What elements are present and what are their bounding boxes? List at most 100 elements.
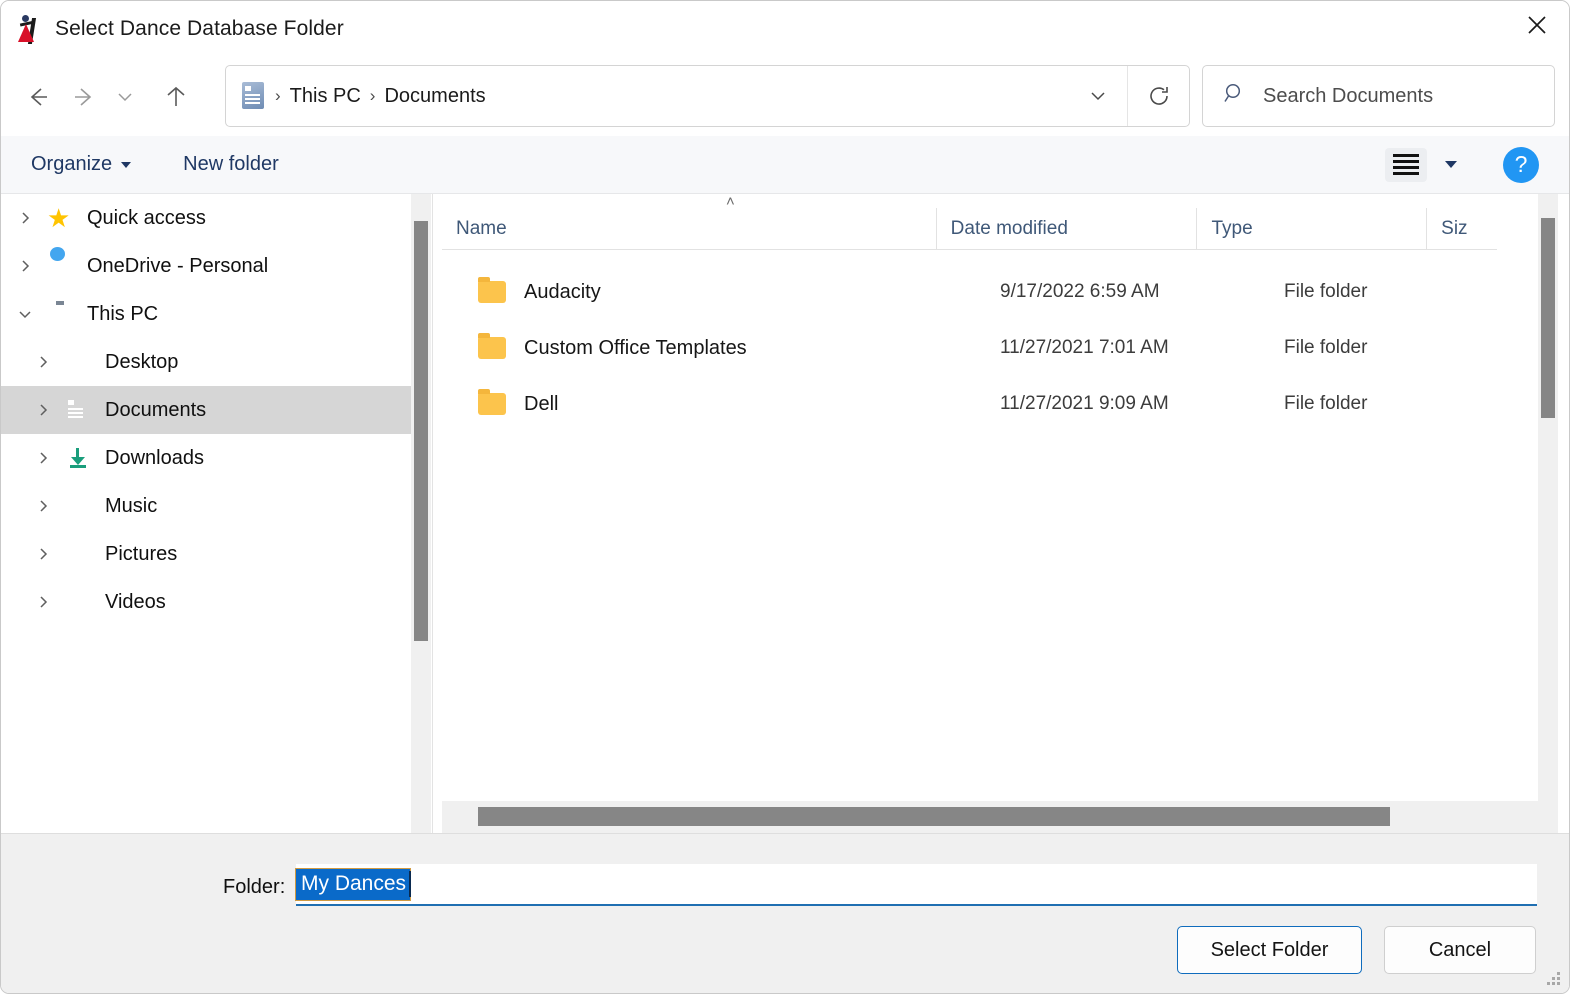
dialog-footer: Folder: My Dances Select Folder Cancel xyxy=(1,833,1569,993)
monitor-icon xyxy=(47,301,73,327)
sidebar-scrollbar-thumb[interactable] xyxy=(414,221,428,641)
help-button[interactable]: ? xyxy=(1503,146,1539,183)
chevron-down-icon[interactable] xyxy=(107,74,143,120)
folder-field-label: Folder: xyxy=(223,876,286,898)
sidebar-item-desktop[interactable]: Desktop xyxy=(1,338,411,386)
sidebar-item-label: Pictures xyxy=(105,542,178,565)
resize-grip[interactable] xyxy=(1546,971,1562,987)
breadcrumb-separator-2: › xyxy=(369,86,376,105)
breadcrumb-documents[interactable]: Documents xyxy=(384,85,485,108)
chevron-down-icon[interactable] xyxy=(15,304,35,324)
chevron-down-icon xyxy=(121,161,132,168)
pictures-icon xyxy=(65,541,91,567)
cloud-icon xyxy=(47,253,73,279)
file-name: Audacity xyxy=(524,280,601,303)
music-icon xyxy=(65,493,91,519)
file-list-vertical-scrollbar[interactable] xyxy=(1538,194,1558,833)
pane-splitter[interactable] xyxy=(432,194,442,833)
sidebar-item-quick-access[interactable]: ★ Quick access xyxy=(1,194,411,242)
sidebar-item-label: Documents xyxy=(105,398,207,421)
file-name: Custom Office Templates xyxy=(524,336,747,359)
new-folder-label: New folder xyxy=(183,153,279,175)
breadcrumb-this-pc[interactable]: This PC xyxy=(290,85,361,108)
chevron-down-icon[interactable] xyxy=(1069,66,1127,126)
window-title: Select Dance Database Folder xyxy=(55,17,344,40)
text-cursor xyxy=(409,871,412,897)
documents-folder-icon xyxy=(242,82,266,110)
horizontal-scrollbar-thumb[interactable] xyxy=(478,807,1390,826)
cancel-button[interactable]: Cancel xyxy=(1384,926,1536,974)
folder-name-value[interactable]: My Dances xyxy=(294,867,412,901)
sidebar-item-this-pc[interactable]: This PC xyxy=(1,290,411,338)
chevron-down-icon[interactable] xyxy=(1445,161,1457,168)
navigation-tree: ★ Quick access OneDrive - Personal This PC D… xyxy=(1,194,411,833)
arrow-left-icon[interactable] xyxy=(15,74,61,120)
chevron-right-icon[interactable] xyxy=(15,208,35,228)
sidebar-item-label: This PC xyxy=(87,302,159,325)
file-date-modified: 11/27/2021 9:09 AM xyxy=(1000,393,1169,414)
search-box[interactable] xyxy=(1202,65,1555,127)
search-input[interactable] xyxy=(1263,84,1523,108)
table-row[interactable]: Audacity 9/17/2022 6:59 AM File folder xyxy=(442,264,1538,320)
table-row[interactable]: Custom Office Templates 11/27/2021 7:01 A… xyxy=(442,320,1538,376)
list-view-icon[interactable] xyxy=(1385,147,1427,182)
table-row[interactable]: Dell 11/27/2021 9:09 AM File folder xyxy=(442,376,1538,432)
file-list-horizontal-scrollbar[interactable] xyxy=(442,801,1538,833)
file-list: ˄ Name Date modified Type Siz Audacity 9/… xyxy=(442,194,1538,800)
chevron-right-icon[interactable] xyxy=(33,400,53,420)
address-bar[interactable]: › This PC › Documents xyxy=(225,65,1190,127)
column-headers: Name Date modified Type Siz xyxy=(442,207,1538,250)
folder-icon xyxy=(478,333,506,359)
view-controls: ? xyxy=(1385,146,1569,183)
sidebar-item-onedrive-personal[interactable]: OneDrive - Personal xyxy=(1,242,411,290)
download-icon xyxy=(65,445,91,471)
sidebar-item-label: Videos xyxy=(105,590,166,613)
arrow-up-icon[interactable] xyxy=(153,74,199,120)
close-icon[interactable] xyxy=(1505,1,1569,49)
chevron-right-icon[interactable] xyxy=(33,544,53,564)
chevron-right-icon[interactable] xyxy=(33,592,53,612)
chevron-right-icon[interactable] xyxy=(33,352,53,372)
search-icon xyxy=(1223,82,1247,111)
file-list-right-edge xyxy=(1497,194,1538,800)
file-date-modified: 9/17/2022 6:59 AM xyxy=(1000,281,1160,302)
column-header-name[interactable]: Name xyxy=(442,207,937,250)
refresh-icon[interactable] xyxy=(1127,66,1189,126)
chevron-right-icon[interactable] xyxy=(33,496,53,516)
sidebar-item-label: Quick access xyxy=(87,206,206,229)
desktop-icon xyxy=(65,349,91,375)
arrow-right-icon[interactable] xyxy=(61,74,107,120)
select-folder-button[interactable]: Select Folder xyxy=(1177,926,1362,974)
sidebar-item-label: Downloads xyxy=(105,446,204,469)
title-bar: Select Dance Database Folder xyxy=(1,1,1569,57)
dancer-icon xyxy=(15,14,43,44)
sidebar-item-downloads[interactable]: Downloads xyxy=(1,434,411,482)
videos-icon xyxy=(65,589,91,615)
organize-label: Organize xyxy=(31,153,113,175)
chevron-right-icon[interactable] xyxy=(15,256,35,276)
sidebar-item-documents[interactable]: Documents xyxy=(1,386,411,434)
breadcrumb-separator: › xyxy=(275,86,281,105)
command-bar: Organize New folder ? xyxy=(1,136,1569,194)
sidebar-item-music[interactable]: Music xyxy=(1,482,411,530)
file-date-modified: 11/27/2021 7:01 AM xyxy=(1000,337,1169,358)
sidebar-item-label: OneDrive - Personal xyxy=(87,254,269,277)
column-header-type[interactable]: Type xyxy=(1197,207,1428,250)
folder-icon xyxy=(478,389,506,415)
column-header-date-modified[interactable]: Date modified xyxy=(937,207,1198,250)
sidebar-item-videos[interactable]: Videos xyxy=(1,578,411,626)
file-name: Dell xyxy=(524,392,559,415)
file-dialog-window: Select Dance Database Folder › This PC ›… xyxy=(0,0,1570,994)
star-icon: ★ xyxy=(47,203,71,233)
new-folder-button[interactable]: New folder xyxy=(183,153,279,176)
documents-icon xyxy=(65,397,91,423)
folder-icon xyxy=(478,277,506,303)
sidebar-item-label: Desktop xyxy=(105,350,179,373)
organize-button[interactable]: Organize xyxy=(31,153,132,176)
sidebar-item-label: Music xyxy=(105,494,158,517)
sidebar-item-pictures[interactable]: Pictures xyxy=(1,530,411,578)
sidebar-scrollbar[interactable] xyxy=(411,194,431,833)
vertical-scrollbar-thumb[interactable] xyxy=(1541,218,1555,418)
chevron-right-icon[interactable] xyxy=(33,448,53,468)
folder-name-input[interactable]: My Dances xyxy=(294,864,1537,906)
